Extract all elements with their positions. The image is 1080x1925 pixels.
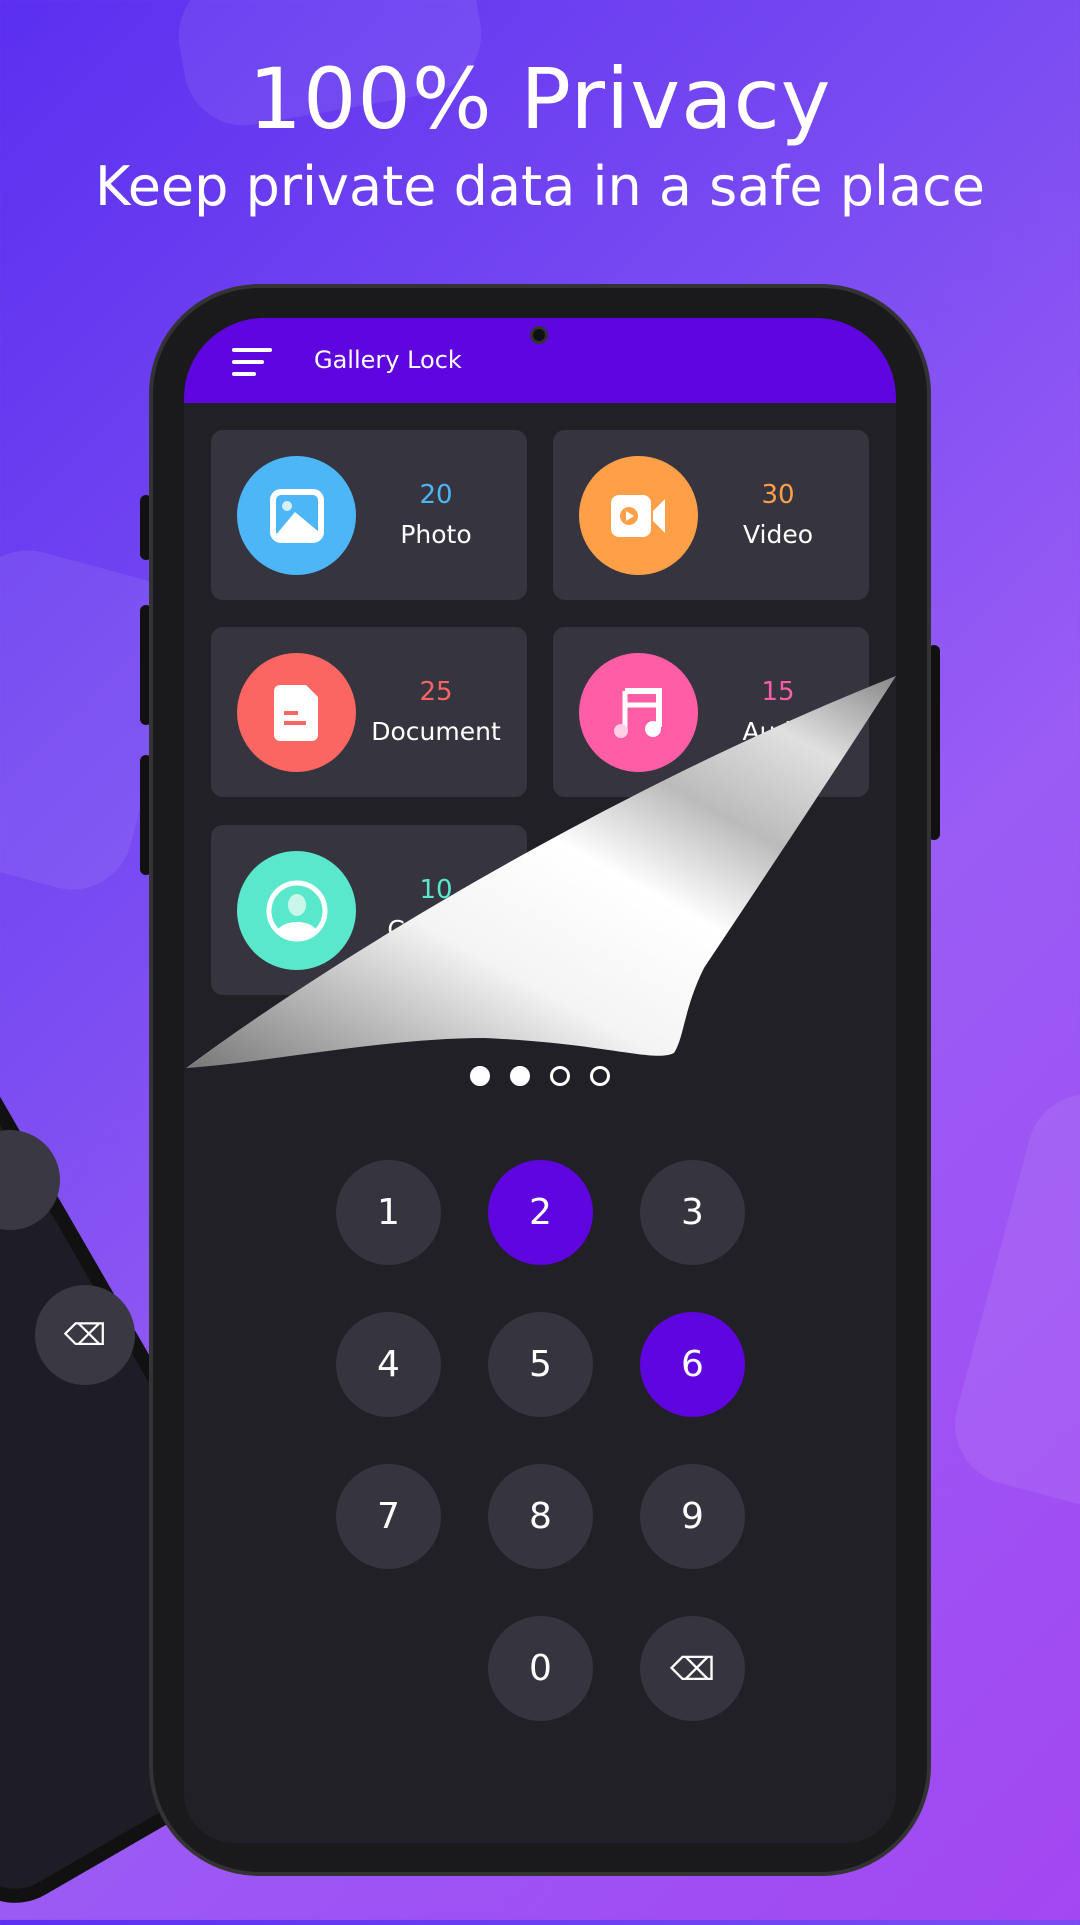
hero-subtitle: Keep private data in a safe place	[94, 155, 986, 218]
key-label: 4	[377, 1344, 400, 1385]
key-0[interactable]: 0	[488, 1616, 593, 1721]
key-2[interactable]: 2	[488, 1160, 593, 1265]
page-curl-shape	[186, 676, 896, 1068]
key-label: 0	[529, 1648, 552, 1689]
key-7[interactable]: 7	[336, 1464, 441, 1569]
backspace-icon: ⌫	[669, 1649, 716, 1688]
page-dot[interactable]	[470, 1066, 490, 1086]
backspace-button[interactable]: ⌫	[640, 1616, 745, 1721]
key-3[interactable]: 3	[640, 1160, 745, 1265]
key-label: 3	[681, 1192, 704, 1233]
background-shape	[941, 1080, 1080, 1520]
key-label: 1	[377, 1192, 400, 1233]
key-8[interactable]: 8	[488, 1464, 593, 1569]
key-label: 9	[681, 1496, 704, 1537]
key-label: 5	[529, 1344, 552, 1385]
key-label: 7	[377, 1496, 400, 1537]
key-label: 6	[681, 1344, 704, 1385]
hero-title: 100% Privacy	[248, 50, 832, 148]
key-6[interactable]: 6	[640, 1312, 745, 1417]
key-5[interactable]: 5	[488, 1312, 593, 1417]
page-dot[interactable]	[550, 1066, 570, 1086]
key-label: 8	[529, 1496, 552, 1537]
page-indicator	[184, 1066, 896, 1086]
page-dot[interactable]	[510, 1066, 530, 1086]
key-label: 2	[529, 1192, 552, 1233]
page-dot[interactable]	[590, 1066, 610, 1086]
key-1[interactable]: 1	[336, 1160, 441, 1265]
key-4[interactable]: 4	[336, 1312, 441, 1417]
key-9[interactable]: 9	[640, 1464, 745, 1569]
backspace-icon: ⌫	[35, 1285, 135, 1385]
phone-screen: Gallery Lock 20 Photo 30 Video 25 Docume…	[184, 318, 896, 1843]
